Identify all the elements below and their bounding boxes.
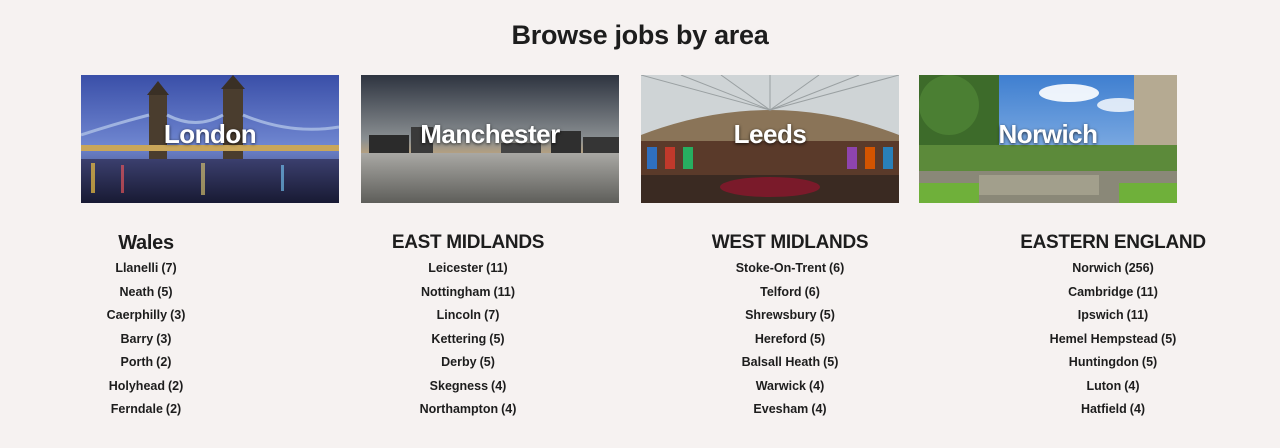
list-item: Stoke-On-Trent (6) — [680, 256, 900, 280]
location-link[interactable]: Luton (4) — [1087, 379, 1140, 393]
list-item: Ipswich (11) — [1003, 303, 1223, 327]
region-title: EAST MIDLANDS — [391, 232, 545, 253]
list-item: Kettering (5) — [358, 327, 578, 351]
location-link[interactable]: Skegness (4) — [430, 379, 507, 393]
city-tile-london[interactable]: London — [81, 75, 339, 203]
location-link[interactable]: Shrewsbury (5) — [745, 308, 835, 322]
list-item: Neath (5) — [36, 280, 256, 304]
region-list: Norwich (256) Cambridge (11) Ipswich (11) H… — [1003, 256, 1223, 421]
region-title: WEST MIDLANDS — [711, 232, 869, 253]
location-link[interactable]: Huntingdon (5) — [1069, 355, 1157, 369]
list-item: Barry (3) — [36, 327, 256, 351]
section-title: Browse jobs by area — [511, 20, 769, 50]
city-tile-manchester[interactable]: Manchester — [361, 75, 619, 203]
location-link[interactable]: Derby (5) — [441, 355, 495, 369]
location-link[interactable]: Stoke-On-Trent (6) — [736, 261, 845, 275]
list-item: Derby (5) — [358, 350, 578, 374]
list-item: Nottingham (11) — [358, 280, 578, 304]
region-wales: Wales Llanelli (7) Neath (5) Caerphilly (3)… — [36, 232, 256, 421]
list-item: Telford (6) — [680, 280, 900, 304]
list-item: Lincoln (7) — [358, 303, 578, 327]
list-item: Luton (4) — [1003, 374, 1223, 398]
location-link[interactable]: Northampton (4) — [420, 402, 517, 416]
location-link[interactable]: Hatfield (4) — [1081, 402, 1145, 416]
location-link[interactable]: Norwich (256) — [1072, 261, 1154, 275]
list-item: Ferndale (2) — [36, 397, 256, 421]
city-tile-norwich[interactable]: Norwich — [919, 75, 1177, 203]
list-item: Leicester (11) — [358, 256, 578, 280]
city-label: London — [163, 119, 257, 149]
city-label: Leeds — [733, 119, 807, 149]
location-link[interactable]: Porth (2) — [121, 355, 172, 369]
location-link[interactable]: Leicester (11) — [428, 261, 507, 275]
list-item: Warwick (4) — [680, 374, 900, 398]
list-item: Skegness (4) — [358, 374, 578, 398]
region-west-midlands: WEST MIDLANDS Stoke-On-Trent (6) Telford(… — [680, 232, 900, 421]
location-link[interactable]: Barry (3) — [121, 332, 172, 346]
list-item: Hereford (5) — [680, 327, 900, 351]
location-link[interactable]: Nottingham (11) — [421, 285, 515, 299]
list-item: Norwich (256) — [1003, 256, 1223, 280]
location-link[interactable]: Holyhead (2) — [109, 379, 184, 393]
location-link[interactable]: Ipswich (11) — [1078, 308, 1148, 322]
list-item: Llanelli (7) — [36, 256, 256, 280]
list-item: Balsall Heath (5) — [680, 350, 900, 374]
list-item: Northampton (4) — [358, 397, 578, 421]
region-list: Llanelli (7) Neath (5) Caerphilly (3) Barry… — [36, 256, 256, 421]
list-item: Hemel Hempstead (5) — [1003, 327, 1223, 351]
location-link[interactable]: Evesham (4) — [753, 402, 826, 416]
location-link[interactable]: Telford (6) — [760, 285, 820, 299]
region-list: Stoke-On-Trent (6) Telford (6) Shrewsbury(… — [680, 256, 900, 421]
location-link[interactable]: Lincoln (7) — [437, 308, 500, 322]
list-item: Shrewsbury (5) — [680, 303, 900, 327]
location-link[interactable]: Ferndale (2) — [111, 402, 181, 416]
list-item: Holyhead (2) — [36, 374, 256, 398]
location-link[interactable]: Balsall Heath (5) — [742, 355, 839, 369]
city-label: Norwich — [998, 119, 1098, 149]
location-link[interactable]: Hemel Hempstead (5) — [1050, 332, 1177, 346]
location-link[interactable]: Warwick (4) — [756, 379, 825, 393]
region-list: Leicester (11) Nottingham (11) Lincoln (7) … — [358, 256, 578, 421]
region-east-midlands: EAST MIDLANDS Leicester (11) Nottingham (1… — [358, 232, 578, 421]
location-link[interactable]: Caerphilly (3) — [107, 308, 186, 322]
location-link[interactable]: Cambridge (11) — [1068, 285, 1158, 299]
region-title: Wales — [118, 232, 174, 254]
list-item: Caerphilly (3) — [36, 303, 256, 327]
list-item: Huntingdon (5) — [1003, 350, 1223, 374]
location-link[interactable]: Hereford (5) — [755, 332, 825, 346]
list-item: Evesham (4) — [680, 397, 900, 421]
list-item: Hatfield (4) — [1003, 397, 1223, 421]
location-link[interactable]: Kettering (5) — [431, 332, 504, 346]
city-tile-leeds[interactable]: Leeds — [641, 75, 899, 203]
region-title: EASTERN ENGLAND — [1020, 232, 1206, 253]
location-link[interactable]: Llanelli (7) — [115, 261, 176, 275]
city-label: Manchester — [420, 119, 560, 149]
region-eastern-england: EASTERN ENGLAND Norwich (256) Cambridge (1… — [1003, 232, 1223, 421]
list-item: Cambridge (11) — [1003, 280, 1223, 304]
location-link[interactable]: Neath (5) — [119, 285, 172, 299]
list-item: Porth (2) — [36, 350, 256, 374]
